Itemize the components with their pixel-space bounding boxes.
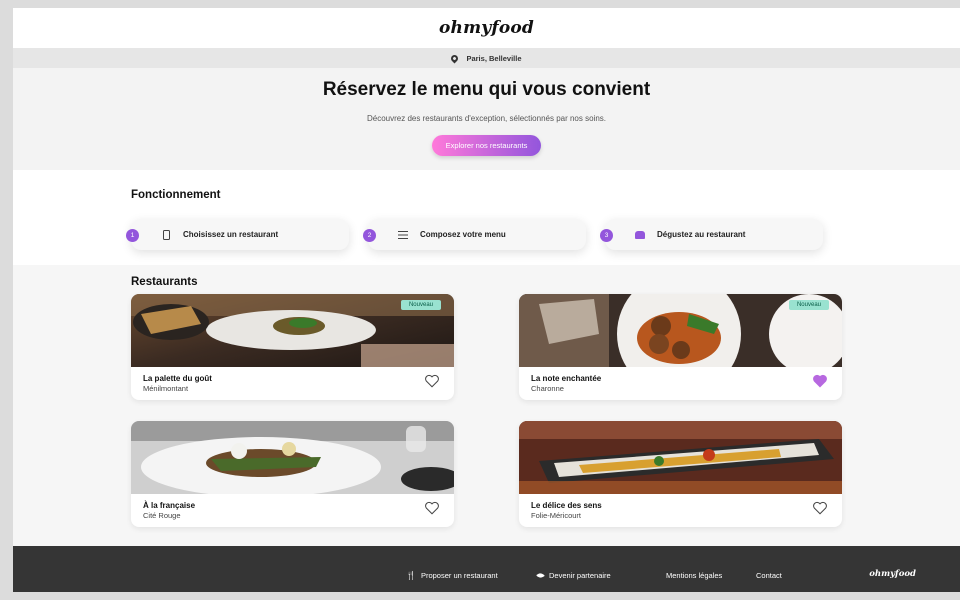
site-header: ohmyfood (13, 8, 960, 48)
propose-restaurant-link[interactable]: 🍴 Proposer un restaurant (406, 571, 498, 580)
step-label: Choisissez un restaurant (183, 230, 279, 239)
list-icon (394, 230, 412, 239)
leaf-icon (536, 571, 545, 580)
restaurant-card[interactable]: Nouveau La note enchantée Charonne (519, 294, 842, 400)
logo[interactable]: ohmyfood (439, 18, 534, 38)
how-it-works-title: Fonctionnement (131, 189, 221, 201)
step-choose-restaurant: 1 Choisissez un restaurant (126, 219, 349, 250)
how-it-works: Fonctionnement 1 Choisissez un restauran… (13, 170, 960, 265)
step-number: 3 (600, 229, 613, 242)
step-enjoy-restaurant: 3 Dégustez au restaurant (600, 219, 823, 250)
contact-label: Contact (756, 571, 782, 580)
legal-link[interactable]: Mentions légales (666, 571, 722, 580)
restaurant-name: Le délice des sens (531, 501, 602, 510)
restaurants-grid: Nouveau La palette du goût Ménilmontant (131, 294, 960, 527)
heart-icon[interactable] (424, 501, 440, 515)
new-badge: Nouveau (400, 300, 441, 310)
steps-list: 1 Choisissez un restaurant 2 Composez vo… (126, 219, 960, 250)
location-bar: Paris, Belleville (13, 48, 960, 68)
step-compose-menu: 2 Composez votre menu (363, 219, 586, 250)
restaurant-area: Ménilmontant (143, 384, 189, 393)
restaurants-title: Restaurants (131, 276, 198, 288)
restaurant-name: La note enchantée (531, 374, 602, 383)
restaurant-area: Folie-Méricourt (531, 511, 582, 520)
site-footer: 🍴 Proposer un restaurant Devenir partena… (13, 546, 960, 592)
step-label: Dégustez au restaurant (657, 230, 746, 239)
restaurant-photo (519, 421, 842, 494)
footer-logo[interactable]: ohmyfood (869, 569, 916, 579)
hero-subtitle: Découvrez des restaurants d'exception, s… (367, 114, 606, 123)
restaurant-card[interactable]: Le délice des sens Folie-Méricourt (519, 421, 842, 527)
new-badge: Nouveau (788, 300, 829, 310)
restaurant-photo: Nouveau (519, 294, 842, 367)
restaurant-photo (131, 421, 454, 494)
legal-label: Mentions légales (666, 571, 723, 580)
restaurant-area: Charonne (531, 384, 564, 393)
restaurant-name: À la française (143, 501, 196, 510)
page: ohmyfood Paris, Belleville Réservez le m… (13, 8, 960, 592)
hero: Réservez le menu qui vous convient Décou… (13, 68, 960, 170)
step-label: Composez votre menu (420, 230, 506, 239)
phone-icon (157, 229, 175, 240)
restaurant-name: La palette du goût (143, 374, 212, 383)
heart-icon[interactable] (812, 501, 828, 515)
explore-restaurants-button[interactable]: Explorer nos restaurants (431, 135, 542, 156)
hero-title: Réservez le menu qui vous convient (322, 79, 651, 100)
propose-restaurant-label: Proposer un restaurant (420, 571, 498, 580)
map-pin-icon (450, 53, 460, 63)
heart-icon[interactable] (424, 374, 440, 388)
heart-filled-icon[interactable] (812, 374, 828, 388)
become-partner-link[interactable]: Devenir partenaire (536, 571, 611, 580)
restaurant-card[interactable]: Nouveau La palette du goût Ménilmontant (131, 294, 454, 400)
location-text: Paris, Belleville (466, 53, 522, 63)
restaurant-area: Cité Rouge (143, 511, 181, 520)
restaurant-card[interactable]: À la française Cité Rouge (131, 421, 454, 527)
restaurants-section: Restaurants Nouveau La palette du goût M… (13, 265, 960, 527)
contact-link[interactable]: Contact (756, 571, 782, 580)
fork-knife-icon: 🍴 (406, 571, 416, 580)
step-number: 1 (126, 229, 139, 242)
restaurant-photo: Nouveau (131, 294, 454, 367)
become-partner-label: Devenir partenaire (549, 571, 611, 580)
step-number: 2 (363, 229, 376, 242)
food-dome-icon (631, 230, 649, 239)
